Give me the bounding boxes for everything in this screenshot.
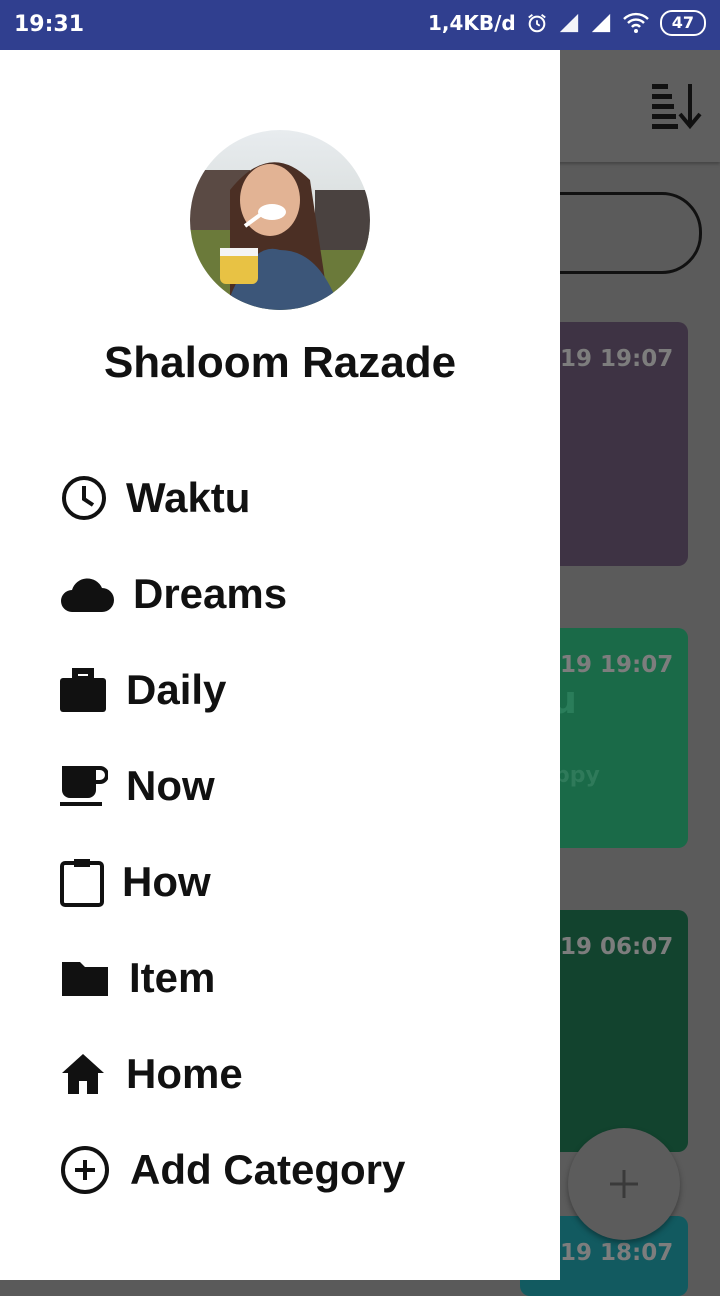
profile-photo xyxy=(190,130,370,310)
menu-item-label: Home xyxy=(126,1050,243,1097)
menu-item-daily[interactable]: Daily xyxy=(60,660,226,720)
menu-item-home[interactable]: Home xyxy=(60,1044,243,1104)
status-time: 19:31 xyxy=(14,12,85,37)
signal-icon-1 xyxy=(559,13,578,33)
navigation-drawer: Shaloom Razade Waktu Dreams Daily Now Ho… xyxy=(0,50,560,1280)
status-right: 1,4KB/d 47 xyxy=(428,10,706,36)
signal-icon-2 xyxy=(591,13,610,33)
clipboard-icon xyxy=(60,857,122,907)
menu-item-add-category[interactable]: Add Category xyxy=(60,1140,405,1200)
add-note-fab[interactable] xyxy=(568,1128,680,1240)
menu-item-label: Waktu xyxy=(126,474,251,521)
note-date: 19 18:07 xyxy=(560,1240,674,1266)
menu-item-label: How xyxy=(122,858,211,905)
note-date: 19 19:07 xyxy=(560,652,674,678)
wifi-icon xyxy=(622,12,649,33)
menu-item-dreams[interactable]: Dreams xyxy=(60,564,287,624)
plus-icon xyxy=(610,1170,638,1198)
profile-name: Shaloom Razade xyxy=(103,338,457,387)
menu-item-label: Now xyxy=(126,762,215,809)
note-subtitle: ppy xyxy=(554,763,600,788)
alarm-icon xyxy=(527,14,546,33)
menu-item-waktu[interactable]: Waktu xyxy=(60,468,250,528)
menu-item-how[interactable]: How xyxy=(60,852,211,912)
note-date: 19 06:07 xyxy=(560,934,674,960)
menu-item-label: Daily xyxy=(126,666,227,713)
battery-indicator: 47 xyxy=(659,10,706,36)
clock-icon xyxy=(60,474,126,522)
cloud-icon xyxy=(60,574,133,614)
menu-item-item[interactable]: Item xyxy=(60,948,215,1008)
add-circle-icon xyxy=(60,1145,130,1195)
status-bar: 19:31 1,4KB/d 47 xyxy=(0,0,720,50)
home-icon xyxy=(60,1052,126,1096)
sort-icon[interactable] xyxy=(650,80,702,132)
menu-item-label: Dreams xyxy=(133,570,288,617)
menu-item-now[interactable]: Now xyxy=(60,756,215,816)
folder-icon xyxy=(60,958,129,998)
briefcase-icon xyxy=(60,668,126,712)
coffee-icon xyxy=(60,764,126,808)
menu-item-label: Add Category xyxy=(130,1146,406,1193)
avatar[interactable] xyxy=(190,130,370,310)
network-speed: 1,4KB/d xyxy=(427,11,516,35)
menu-item-label: Item xyxy=(129,954,216,1001)
note-date: 19 19:07 xyxy=(560,346,674,372)
